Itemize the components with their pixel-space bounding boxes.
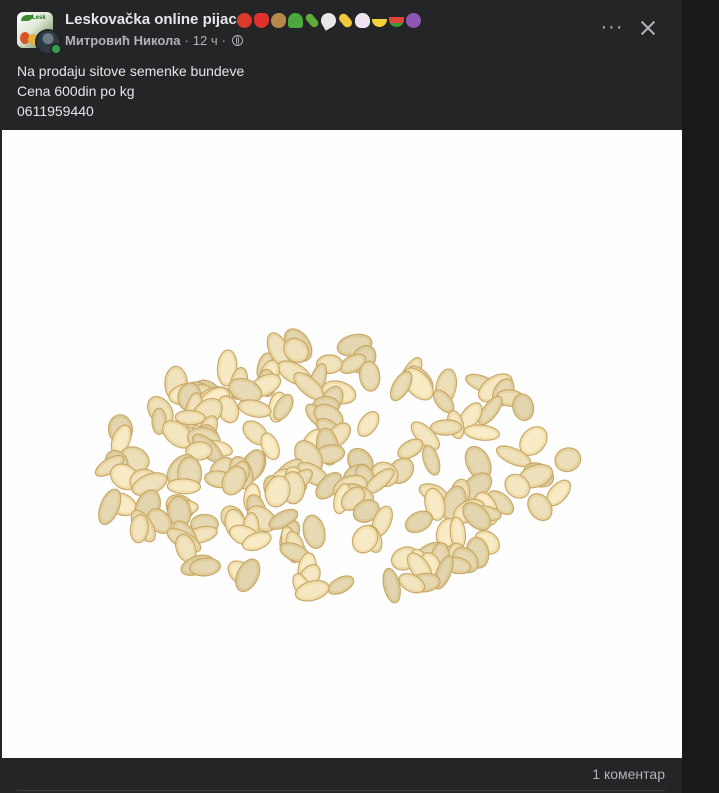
banana-emoji-icon	[372, 19, 387, 27]
post-timestamp-link[interactable]: 12 ч	[193, 33, 218, 48]
post-footer: 1 коментар	[0, 758, 682, 793]
pumpkin-seed	[554, 447, 582, 473]
pumpkin-seed	[357, 411, 380, 437]
garlic-emoji-icon	[355, 12, 370, 28]
pumpkin-seeds-image	[94, 328, 582, 604]
close-icon[interactable]	[636, 16, 660, 40]
strawberry-emoji-icon	[254, 12, 269, 28]
meta-separator: ·	[184, 33, 189, 48]
post-photo[interactable]	[2, 130, 682, 758]
post-text-line: Cena 600din po kg	[17, 83, 135, 99]
pumpkin-seed	[327, 575, 355, 595]
apple-emoji-icon	[237, 12, 252, 28]
post-text-line[interactable]: 0611959440	[17, 101, 244, 121]
watermelon-emoji-icon	[389, 17, 404, 27]
logo-text-mark: Lesk	[32, 15, 46, 21]
radish-emoji-icon	[318, 9, 339, 31]
pumpkin-seed	[422, 444, 441, 476]
more-horizontal-icon[interactable]: ···	[600, 17, 624, 40]
globe-icon[interactable]	[231, 35, 243, 46]
pumpkin-seed	[463, 424, 501, 441]
post-meta: Митровић Никола · 12 ч ·	[65, 33, 243, 48]
footer-divider	[17, 790, 665, 791]
group-name-link[interactable]: Leskovačka online pijaca	[65, 11, 245, 28]
grapes-emoji-icon	[406, 12, 421, 28]
group-name-emojis	[237, 9, 421, 31]
broccoli-emoji-icon	[288, 12, 303, 28]
potato-emoji-icon	[271, 12, 286, 28]
scroll-gutter	[682, 0, 719, 793]
post-card: Lesk Leskovačka online pijaca Митровић Н…	[0, 0, 682, 793]
pumpkin-seed	[429, 419, 463, 436]
online-status-icon	[50, 43, 62, 55]
cucumber-emoji-icon	[304, 11, 320, 29]
post-header: Lesk Leskovačka online pijaca Митровић Н…	[0, 0, 682, 56]
pumpkin-seed	[382, 567, 401, 604]
meta-separator: ·	[221, 33, 226, 48]
author-name-link[interactable]: Митровић Никола	[65, 33, 180, 48]
post-message: Na prodaju sitove semenke bundeve Cena 6…	[17, 61, 244, 121]
corn-emoji-icon	[337, 11, 354, 29]
comment-count-link[interactable]: 1 коментар	[592, 766, 665, 782]
post-text-line: Na prodaju sitove semenke bundeve	[17, 63, 245, 79]
